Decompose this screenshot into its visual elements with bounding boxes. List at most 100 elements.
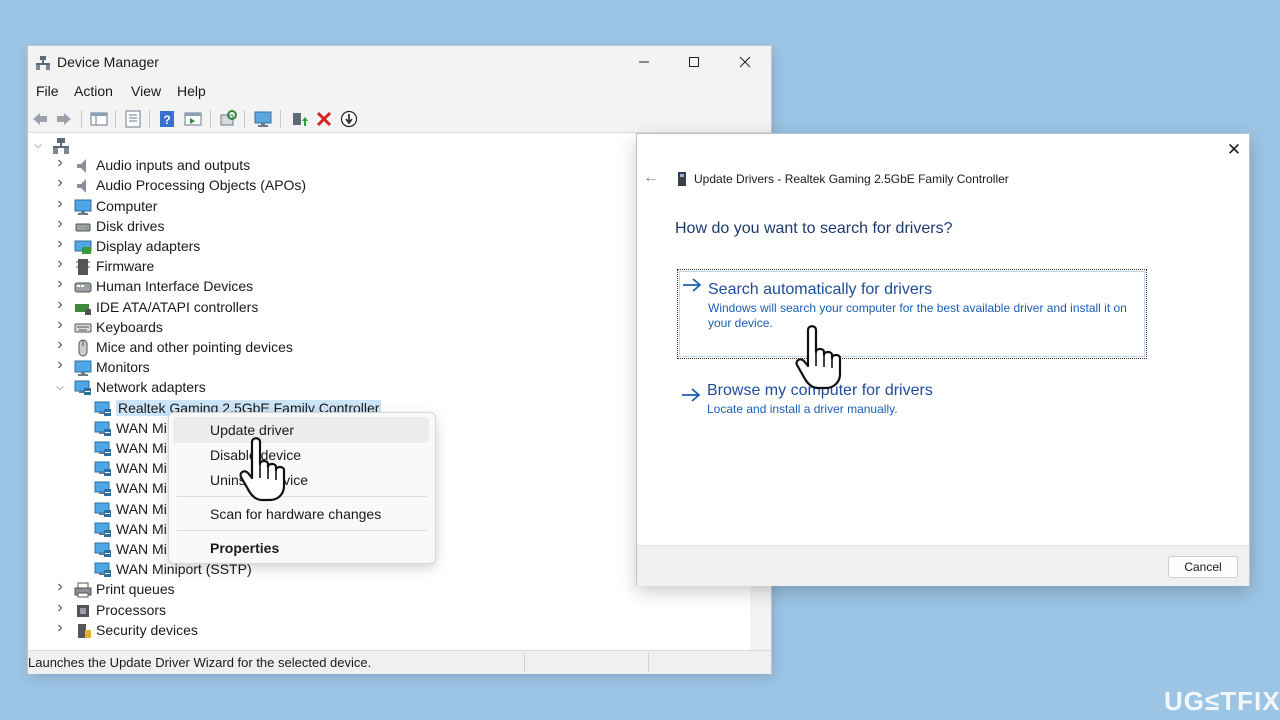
back-button[interactable]: ←: [643, 169, 659, 187]
show-hide-tree-icon[interactable]: [90, 110, 108, 128]
browse-computer-option[interactable]: Browse my computer for drivers Locate an…: [677, 380, 1145, 426]
chevron-right-icon[interactable]: ›: [54, 316, 66, 332]
disk-drive-icon: [75, 223, 91, 232]
menu-file[interactable]: File: [36, 83, 59, 99]
option-description: Locate and install a driver manually.: [707, 402, 898, 416]
tree-root[interactable]: ⌵: [32, 136, 632, 156]
back-arrow-icon[interactable]: [31, 110, 49, 128]
chevron-down-icon[interactable]: ⌵: [32, 140, 44, 152]
search-automatically-option[interactable]: Search automatically for drivers Windows…: [677, 269, 1147, 359]
toolbar: ?: [28, 104, 771, 133]
menu-item-label: Properties: [210, 540, 280, 556]
monitor-icon: [74, 199, 92, 215]
tree-category[interactable]: › Firmware: [54, 256, 654, 277]
ide-controller-icon: [75, 303, 91, 315]
hid-icon: [74, 282, 92, 293]
speaker-icon: [77, 159, 86, 174]
view-icon[interactable]: [184, 110, 202, 128]
chevron-right-icon[interactable]: ›: [54, 296, 66, 312]
tree-category[interactable]: › Display adapters: [54, 236, 654, 257]
menu-item-update-driver[interactable]: Update driver: [173, 417, 429, 443]
menu-item-uninstall-device[interactable]: Uninstall device: [173, 467, 429, 493]
disable-icon[interactable]: [340, 110, 358, 128]
tree-category[interactable]: › Computer: [54, 195, 654, 217]
toolbar-separator: [244, 110, 245, 128]
dialog-close-button[interactable]: ✕: [1223, 140, 1245, 160]
tree-category[interactable]: ⌵ Network adapters: [54, 378, 654, 398]
toolbar-separator: [210, 110, 211, 128]
tree-category[interactable]: › Disk drives: [54, 215, 654, 237]
dialog-header: Update Drivers - Realtek Gaming 2.5GbE F…: [694, 172, 1009, 186]
menu-help[interactable]: Help: [177, 83, 206, 99]
forward-arrow-icon[interactable]: [55, 110, 73, 128]
chevron-right-icon[interactable]: ›: [54, 276, 66, 292]
menu-separator: [177, 530, 427, 531]
tree-category[interactable]: › Human Interface Devices: [54, 276, 654, 297]
chevron-right-icon[interactable]: ›: [54, 599, 66, 615]
network-icon: [94, 502, 111, 517]
chevron-down-icon[interactable]: ⌵: [54, 382, 66, 394]
chevron-right-icon[interactable]: ›: [54, 619, 66, 635]
update-driver-icon[interactable]: [290, 110, 308, 128]
tree-category[interactable]: › Monitors: [54, 357, 654, 378]
menu-item-disable-device[interactable]: Disable device: [173, 442, 429, 468]
network-icon: [74, 380, 91, 396]
status-text: Launches the Update Driver Wizard for th…: [28, 655, 372, 670]
toolbar-separator: [115, 110, 116, 128]
monitor-icon[interactable]: [254, 110, 272, 128]
scan-hardware-icon[interactable]: [219, 110, 237, 128]
toolbar-separator: [81, 110, 82, 128]
menu-action[interactable]: Action: [74, 83, 113, 99]
update-drivers-dialog: ✕ ← Update Drivers - Realtek Gaming 2.5G…: [637, 134, 1249, 586]
minimize-button[interactable]: [621, 46, 667, 78]
tree-category[interactable]: › Mice and other pointing devices: [54, 337, 654, 358]
tree-category[interactable]: › Keyboards: [54, 316, 654, 338]
cancel-button[interactable]: Cancel: [1168, 556, 1238, 578]
option-title: Search automatically for drivers: [708, 281, 933, 298]
tree-item-label: Mice and other pointing devices: [96, 339, 293, 355]
chevron-right-icon[interactable]: ›: [54, 195, 66, 211]
tree-item-label: Audio inputs and outputs: [96, 157, 251, 174]
chevron-right-icon[interactable]: ›: [54, 337, 66, 353]
maximize-button[interactable]: [671, 46, 717, 78]
tree-category[interactable]: › Print queues: [54, 579, 654, 600]
monitor-icon: [74, 360, 92, 377]
tree-item-label: WAN Mi: [116, 480, 167, 497]
help-icon[interactable]: ?: [158, 110, 176, 128]
chevron-right-icon[interactable]: ›: [54, 236, 66, 252]
dialog-question: How do you want to search for drivers?: [675, 220, 953, 237]
chevron-right-icon[interactable]: ›: [54, 256, 66, 272]
tree-item-label: WAN Mi: [116, 440, 167, 456]
tree-item-label: WAN Mi: [116, 500, 167, 517]
dialog-footer: Cancel: [637, 545, 1249, 586]
properties-icon[interactable]: [124, 110, 142, 128]
tree-item-label: WAN Mi: [116, 460, 167, 477]
tree-category[interactable]: › Audio inputs and outputs: [54, 155, 654, 176]
title-bar: Device Manager: [28, 46, 771, 78]
tree-item-label: Human Interface Devices: [96, 278, 254, 295]
context-menu: Update driver Disable device Uninstall d…: [168, 412, 436, 564]
chevron-right-icon[interactable]: ›: [54, 215, 66, 231]
close-icon: [739, 56, 751, 68]
uninstall-icon[interactable]: [315, 110, 333, 128]
chevron-right-icon[interactable]: ›: [54, 155, 66, 171]
computer-tree-root-icon: [53, 138, 69, 154]
tree-category[interactable]: › IDE ATA/ATAPI controllers: [54, 296, 654, 318]
mouse-icon: [78, 339, 88, 357]
tree-item-label: Audio Processing Objects (APOs): [96, 177, 307, 194]
menu-bar: File Action View Help: [28, 78, 771, 104]
menu-item-properties[interactable]: Properties: [173, 535, 429, 561]
tree-category[interactable]: › Audio Processing Objects (APOs): [54, 175, 654, 196]
tree-category[interactable]: › Security devices: [54, 619, 654, 641]
tree-item-label: Network adapters: [96, 379, 206, 396]
tree-item-label: WAN Mi: [116, 520, 167, 537]
chevron-right-icon[interactable]: ›: [54, 579, 66, 595]
chevron-right-icon[interactable]: ›: [54, 175, 66, 191]
chevron-right-icon[interactable]: ›: [54, 357, 66, 373]
menu-view[interactable]: View: [131, 83, 161, 99]
tree-category[interactable]: › Processors: [54, 599, 654, 621]
maximize-icon: [689, 57, 699, 67]
close-button[interactable]: [722, 46, 768, 78]
menu-item-scan-hardware[interactable]: Scan for hardware changes: [173, 501, 429, 527]
network-icon: [94, 441, 111, 456]
